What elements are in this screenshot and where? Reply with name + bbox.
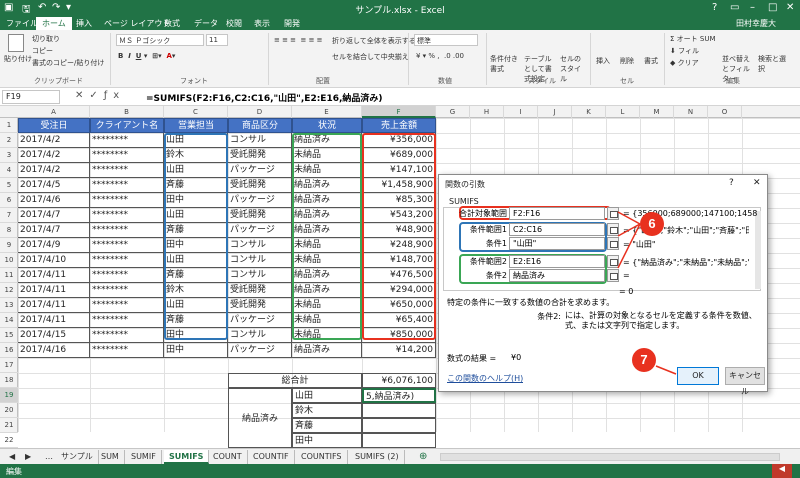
sheet-tab[interactable]: COUNTIF (248, 450, 295, 464)
sheet-tab[interactable]: サンプル (56, 450, 99, 464)
status-mode: 編集 (6, 467, 22, 476)
speaker-icon[interactable]: ◀ (772, 464, 792, 478)
sheet-tab[interactable]: SUMIF (126, 450, 162, 464)
sheet-tabs-bar: ◀ ▶ … サンプル SUM SUMIF SUMIFS COUNT COUNTI… (0, 448, 800, 464)
prev-sheet-icon[interactable]: ◀ (4, 450, 20, 464)
connector-line (617, 211, 641, 225)
callout-connectors (617, 211, 677, 375)
sheet-tab-active[interactable]: SUMIFS (164, 450, 210, 464)
connector-line (655, 365, 677, 375)
callout-badge-7: 7 (632, 348, 656, 372)
horizontal-scrollbar[interactable] (440, 453, 780, 461)
add-sheet-icon[interactable]: ⊕ (414, 450, 432, 464)
sheet-tab[interactable]: COUNT (208, 450, 248, 464)
next-sheet-icon[interactable]: ▶ (20, 450, 36, 464)
callout-badge-6: 6 (640, 212, 664, 236)
sheet-tab[interactable]: SUMIFS (2) (350, 450, 405, 464)
sheet-tab[interactable]: SUM (96, 450, 125, 464)
status-bar: 編集 ◀ (0, 464, 800, 478)
sheet-tab[interactable]: COUNTIFS (296, 450, 348, 464)
